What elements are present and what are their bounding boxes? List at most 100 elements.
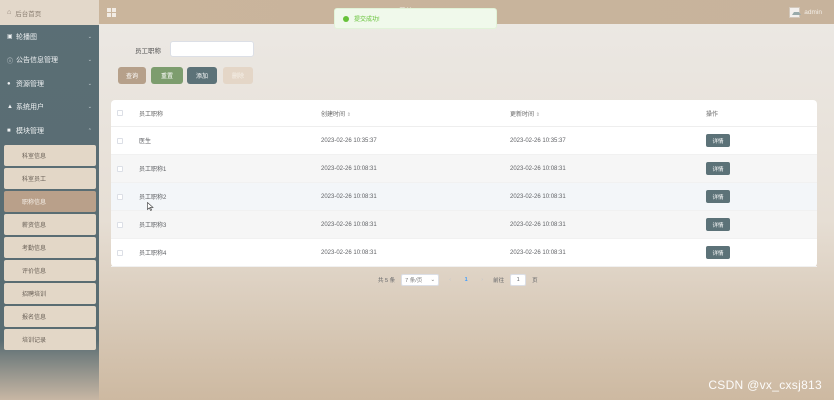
cell-create-time: 2023-02-26 10:08:31 — [321, 249, 377, 256]
page-size-select[interactable]: 7 条/页 ⌄ — [401, 274, 440, 286]
menu-label: 轮播图 — [16, 33, 37, 41]
cell-create-time: 2023-02-26 10:35:37 — [321, 137, 377, 144]
chevron-down-icon: ⌄ — [430, 277, 436, 283]
total-count: 共 5 条 — [378, 278, 396, 284]
home-link[interactable]: ⌂ 后台首页 — [0, 0, 99, 25]
menu-icon: ▲ — [7, 104, 13, 111]
query-button[interactable]: 查询 — [118, 67, 146, 84]
row-checkbox[interactable] — [117, 221, 123, 228]
cell-name: 员工职称3 — [139, 223, 167, 229]
cell-update-time: 2023-02-26 10:08:31 — [510, 249, 566, 256]
row-checkbox[interactable] — [117, 249, 123, 256]
menu-icon: ▣ — [7, 34, 13, 41]
menu-label: 公告信息管理 — [16, 57, 58, 65]
reset-button[interactable]: 重置 — [151, 67, 183, 84]
cell-update-time: 2023-02-26 10:08:31 — [510, 165, 566, 172]
sort-icon[interactable]: ⇕ — [347, 112, 351, 118]
row-checkbox[interactable] — [117, 193, 123, 200]
submenu-item[interactable]: 培训记录 — [4, 328, 96, 350]
cell-name: 员工职称2 — [139, 195, 167, 201]
home-icon: ⌂ — [7, 9, 12, 16]
row-checkbox[interactable] — [117, 137, 123, 144]
success-toast: 提交成功! — [334, 8, 497, 29]
page-number-current[interactable]: 1 — [461, 274, 471, 286]
submenu-item[interactable]: 评价信息 — [4, 259, 96, 281]
header-update-time-label: 更新时间 — [510, 111, 535, 118]
pagination: 共 5 条 7 条/页 ⌄ ‹ 1 › 前往 1 页 — [378, 273, 538, 287]
sidebar-menu-item[interactable]: ▣ 轮播图 ⌄ — [0, 25, 99, 49]
header-name: 员工职称 — [139, 111, 164, 118]
sidebar-menu-item[interactable]: ⓘ 公告信息管理 ⌄ — [0, 49, 99, 73]
success-icon — [343, 15, 349, 22]
detail-button[interactable]: 详情 — [706, 246, 730, 259]
menu-label: 模块管理 — [16, 127, 44, 135]
toast-message: 提交成功! — [354, 17, 380, 23]
submenu-item[interactable]: 科室信息 — [4, 144, 96, 166]
search-label: 员工职称 — [135, 48, 161, 55]
watermark: CSDN @vx_cxsj813 — [708, 378, 822, 392]
goto-label: 前往 — [493, 278, 505, 284]
cell-create-time: 2023-02-26 10:08:31 — [321, 221, 377, 228]
module-submenu: 科室信息 科室员工 职称信息 薪资信息 考勤信息 评价信息 招聘培训 报名信息 培训记录 — [0, 144, 99, 350]
prev-page-button[interactable]: ‹ — [445, 274, 455, 286]
mouse-pointer-icon — [147, 202, 154, 211]
next-page-button[interactable]: › — [477, 274, 487, 286]
detail-button[interactable]: 详情 — [706, 162, 730, 175]
table-row[interactable]: 员工职称4 2023-02-26 10:08:31 2023-02-26 10:08… — [111, 239, 817, 267]
chevron-icon: ⌄ — [87, 33, 92, 40]
header-create-time[interactable]: 创建时间 ⇕ — [321, 109, 510, 118]
header-update-time[interactable]: 更新时间 ⇕ — [510, 109, 698, 118]
cell-name: 员工职称1 — [139, 167, 167, 173]
detail-button[interactable]: 详情 — [706, 190, 730, 203]
avatar-icon — [789, 6, 802, 18]
submenu-item[interactable]: 考勤信息 — [4, 236, 96, 258]
menu-label: 资源管理 — [16, 80, 44, 88]
sidebar-menu-item[interactable]: ● 资源管理 ⌄ — [0, 72, 99, 96]
submenu-item[interactable]: 科室员工 — [4, 167, 96, 189]
chevron-icon: ⌄ — [87, 104, 92, 111]
chevron-icon: ⌄ — [87, 57, 92, 64]
sidebar-menu: ▣ 轮播图 ⌄ ⓘ 公告信息管理 ⌄ ● 资源管理 ⌄ ▲ 系统用户 ⌄ ■ 模块管理 ⌃ 科室信息 科室员工职… — [0, 25, 99, 350]
delete-button[interactable]: 删除 — [223, 67, 253, 84]
submenu-item[interactable]: 招聘培训 — [4, 282, 96, 304]
goto-page-input[interactable]: 1 — [510, 274, 527, 286]
cell-update-time: 2023-02-26 10:08:31 — [510, 193, 566, 200]
detail-button[interactable]: 详情 — [706, 218, 730, 231]
chevron-icon: ⌄ — [87, 80, 92, 87]
sidebar-menu-item[interactable]: ■ 模块管理 ⌃ — [0, 119, 99, 143]
submenu-item[interactable]: 报名信息 — [4, 305, 96, 327]
cell-name: 医生 — [139, 139, 152, 145]
data-table: 员工职称 创建时间 ⇕ 更新时间 ⇕ 操作 医生 2023-02-26 10:35… — [111, 100, 817, 267]
row-checkbox[interactable] — [117, 165, 123, 172]
table-header: 员工职称 创建时间 ⇕ 更新时间 ⇕ 操作 — [111, 100, 817, 127]
submenu-item[interactable]: 薪资信息 — [4, 213, 96, 235]
table-row[interactable]: 员工职称3 2023-02-26 10:08:31 2023-02-26 10:08… — [111, 211, 817, 239]
sidebar-menu-item[interactable]: ▲ 系统用户 ⌄ — [0, 96, 99, 120]
cell-update-time: 2023-02-26 10:08:31 — [510, 221, 566, 228]
username: admin — [804, 8, 822, 16]
table-row[interactable]: 医生 2023-02-26 10:35:37 2023-02-26 10:35:37… — [111, 127, 817, 155]
submenu-item[interactable]: 职称信息 — [4, 190, 96, 212]
goto-suffix: 页 — [532, 278, 538, 284]
table-body: 医生 2023-02-26 10:35:37 2023-02-26 10:35:37… — [111, 127, 817, 267]
menu-label: 系统用户 — [16, 104, 44, 112]
menu-toggle-icon[interactable] — [107, 7, 116, 17]
home-label: 后台首页 — [15, 10, 42, 18]
search-input[interactable] — [170, 41, 254, 57]
table-row[interactable]: 员工职称2 2023-02-26 10:08:31 2023-02-26 10:08… — [111, 183, 817, 211]
table-row[interactable]: 员工职称1 2023-02-26 10:08:31 2023-02-26 10:08… — [111, 155, 817, 183]
select-all-checkbox[interactable] — [117, 110, 123, 116]
header-operation: 操作 — [706, 111, 719, 118]
user-menu[interactable]: admin — [789, 3, 822, 21]
menu-icon: ● — [7, 80, 11, 87]
detail-button[interactable]: 详情 — [706, 134, 730, 147]
sort-icon[interactable]: ⇕ — [536, 112, 540, 118]
add-button[interactable]: 添加 — [187, 67, 217, 84]
cell-name: 员工职称4 — [139, 251, 167, 257]
page-size-value: 7 条/页 — [405, 278, 423, 284]
sidebar: ⌂ 后台首页 ▣ 轮播图 ⌄ ⓘ 公告信息管理 ⌄ ● 资源管理 ⌄ ▲ 系统用户 ⌄ ■ 模块管理 ⌃ 科室… — [0, 0, 99, 400]
cell-create-time: 2023-02-26 10:08:31 — [321, 193, 377, 200]
menu-icon: ■ — [7, 127, 11, 134]
menu-icon: ⓘ — [7, 58, 14, 65]
cell-create-time: 2023-02-26 10:08:31 — [321, 165, 377, 172]
